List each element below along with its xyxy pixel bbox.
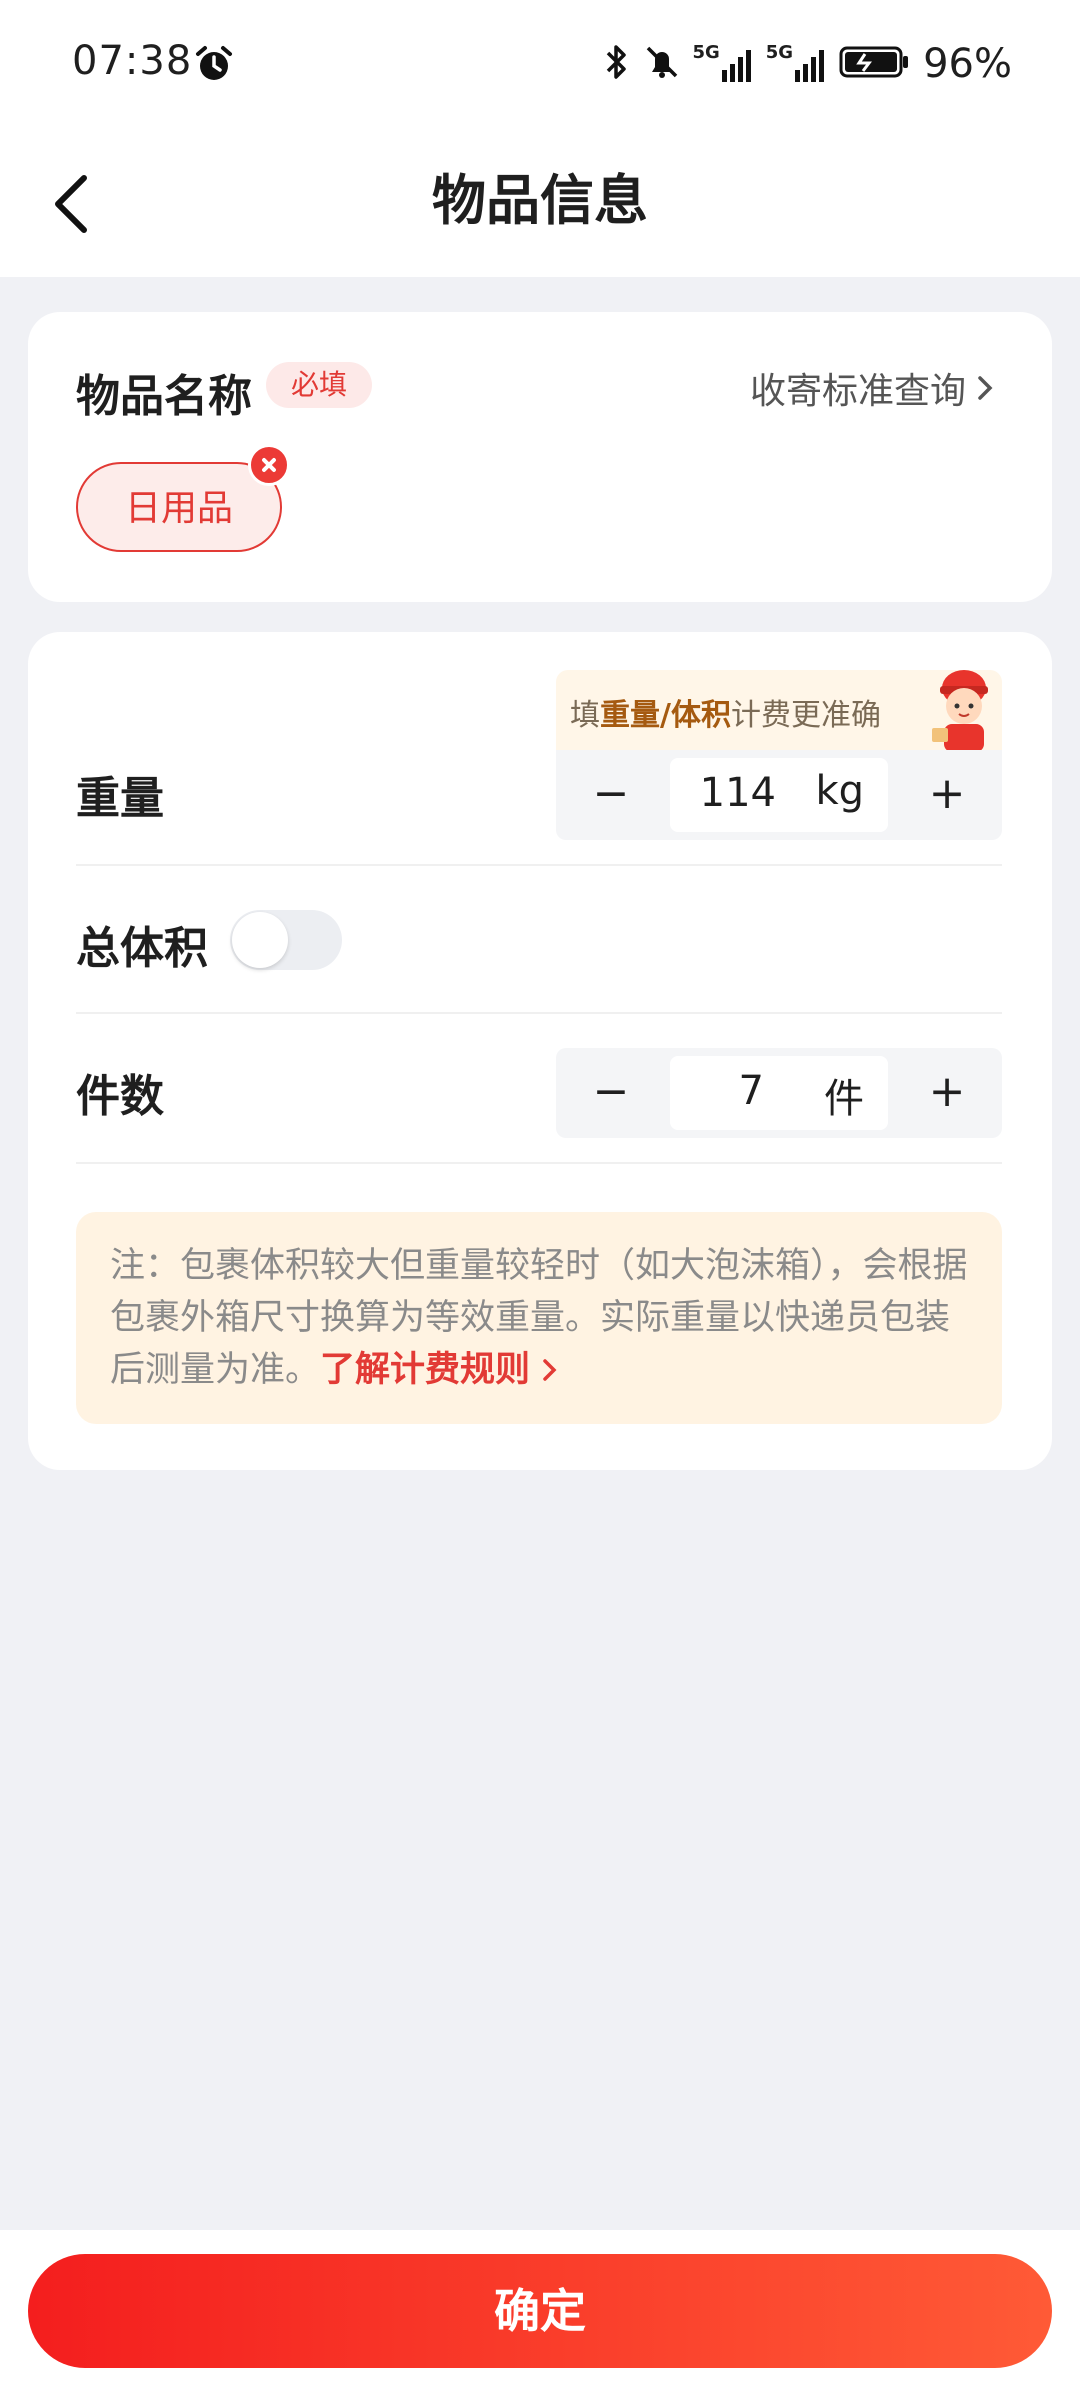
billing-rules-label: 了解计费规则 [320, 1350, 531, 1390]
count-unit: 件 [824, 1076, 864, 1122]
standard-query-label: 收寄标准查询 [749, 371, 966, 412]
status-time: 07:38 [72, 38, 193, 84]
weight-stepper: − 114 kg + [556, 750, 1002, 840]
chevron-right-icon [543, 1359, 557, 1381]
billing-rules-link[interactable]: 了解计费规则 [320, 1350, 558, 1390]
standard-query-link[interactable]: 收寄标准查询 [750, 362, 994, 414]
signal-icon: 5G [692, 42, 755, 82]
divider [76, 864, 1002, 866]
count-value: 7 [738, 1068, 764, 1114]
nav-bar: 物品信息 [0, 130, 1080, 277]
weight-input[interactable]: 114 kg [670, 758, 888, 832]
note-text-block: 注：包裹体积较大但重量较轻时（如大泡沫箱），会根据包裹外箱尺寸换算为等效重量。实… [110, 1240, 980, 1396]
billing-note: 注：包裹体积较大但重量较轻时（如大泡沫箱），会根据包裹外箱尺寸换算为等效重量。实… [76, 1212, 1002, 1424]
weight-value: 114 [699, 770, 776, 816]
weight-unit: kg [815, 768, 864, 814]
weight-plus-button[interactable]: + [892, 750, 1002, 840]
bottom-bar: 确定 [0, 2230, 1080, 2397]
params-card: 填重量/体积计费更准确 重量 − 114 kg + 总体积 件数 − 7 件 +… [28, 632, 1052, 1470]
hint-highlight: 重量/体积 [600, 698, 731, 733]
volume-label: 总体积 [76, 923, 208, 974]
count-input[interactable]: 7 件 [670, 1056, 888, 1130]
battery-icon [839, 45, 909, 83]
weight-label: 重量 [76, 773, 164, 824]
battery-percent: 96% [923, 41, 1012, 87]
toggle-knob [232, 912, 288, 968]
divider [76, 1012, 1002, 1014]
count-plus-button[interactable]: + [892, 1048, 1002, 1138]
item-name-title: 物品名称 [76, 371, 252, 422]
item-name-card: 物品名称 必填 收寄标准查询 日用品 [28, 312, 1052, 602]
volume-toggle[interactable] [230, 910, 342, 970]
weight-minus-button[interactable]: − [556, 750, 666, 840]
mute-bell-icon [642, 42, 682, 86]
network-type-1: 5G [692, 42, 720, 63]
hint-text: 填重量/体积计费更准确 [570, 690, 881, 734]
count-label: 件数 [76, 1071, 164, 1122]
chevron-right-icon [978, 376, 993, 400]
divider [76, 1162, 1002, 1164]
status-bar: 07:38 5G 5G 96% [0, 0, 1080, 130]
network-type-2: 5G [765, 42, 794, 63]
accuracy-hint-banner: 填重量/体积计费更准确 [556, 670, 1002, 752]
count-stepper: − 7 件 + [556, 1048, 1002, 1138]
page-title: 物品信息 [432, 169, 648, 232]
signal-icon: 5G [765, 42, 829, 82]
confirm-button[interactable]: 确定 [28, 2254, 1052, 2368]
alarm-icon [194, 44, 234, 88]
hint-suffix: 计费更准确 [730, 698, 881, 733]
hint-prefix: 填 [570, 698, 600, 733]
count-minus-button[interactable]: − [556, 1048, 666, 1138]
courier-mascot-icon [932, 670, 988, 752]
remove-tag-icon[interactable] [248, 444, 290, 486]
bluetooth-icon [602, 42, 632, 86]
required-badge: 必填 [266, 362, 372, 408]
